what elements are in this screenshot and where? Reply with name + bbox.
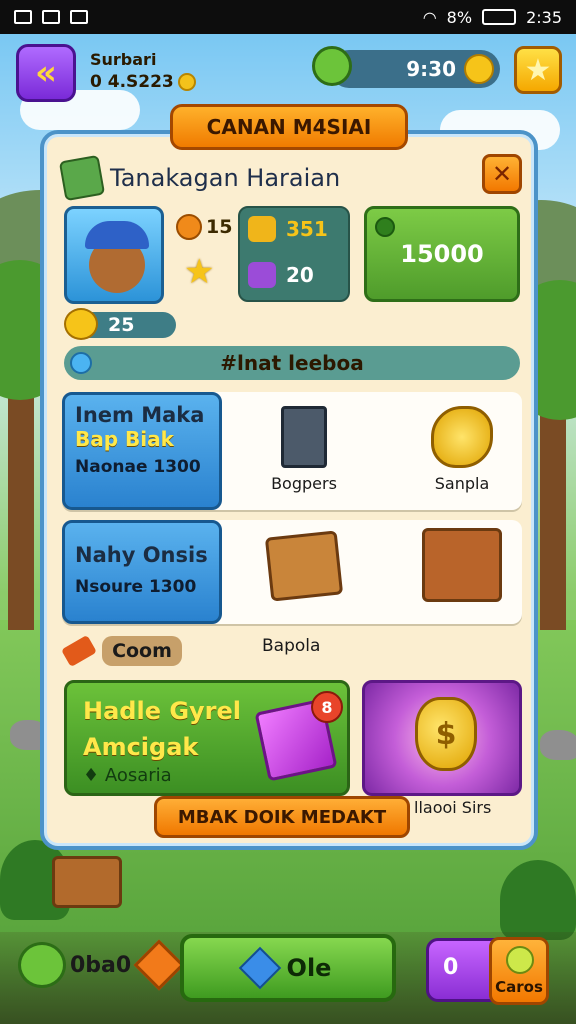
blue-gem-icon <box>238 946 281 990</box>
bottom-right-button[interactable]: 0 Caros <box>426 937 549 1005</box>
search-label: #lnat leeboa <box>220 351 364 375</box>
money-bag-glyph: $ <box>435 716 457 752</box>
bottom-center-label: Ole <box>286 954 332 982</box>
shop-row-offer[interactable]: Nahy Onsis Nsoure 1300 <box>62 520 222 624</box>
bottom-left-label: 0ba0 <box>70 952 132 978</box>
medal-icon <box>176 214 202 240</box>
coin-icon <box>177 73 196 91</box>
notification-badge: 8 <box>311 691 343 723</box>
coin-icon <box>464 54 494 84</box>
featured-title: Hadle Gyrel Amcigak <box>83 693 241 765</box>
category-label: Coom <box>102 636 182 666</box>
cards-label: Caros <box>495 978 543 996</box>
featured-offer[interactable]: Hadle Gyrel Amcigak ♦ Aosaria 8 <box>64 680 350 796</box>
back-button[interactable]: « <box>16 44 76 102</box>
potion-icon <box>248 262 276 288</box>
bottom-left-button[interactable]: 0ba0 <box>18 939 185 991</box>
star-icon: ★ <box>184 252 215 292</box>
avatar-hat <box>85 221 149 249</box>
main-panel: Tanakagan Haraian ✕ 15 ★ 351 20 15000 25… <box>40 130 538 850</box>
cards-button[interactable]: Caros <box>489 937 549 1005</box>
level-value: 25 <box>108 314 135 336</box>
stat-c: 20 <box>248 262 314 288</box>
featured-subtitle: ♦ Aosaria <box>83 765 172 786</box>
category-caption: Bapola <box>262 636 321 656</box>
image-notification-icon <box>42 10 60 24</box>
item-label: Sanpla <box>434 474 490 493</box>
player-coins-value: 0 4.S223 <box>90 72 174 92</box>
panel-title: Tanakagan Haraian <box>110 164 341 192</box>
frog-icon <box>18 942 66 988</box>
star-stat: ★ <box>184 252 214 292</box>
close-icon: ✕ <box>491 160 513 188</box>
row-title: Nahy Onsis <box>75 543 208 567</box>
clock: 2:35 <box>526 7 562 27</box>
trophy-icon <box>248 216 276 242</box>
money-offer-caption: llaooi Sirs <box>414 798 492 817</box>
timer-pill: 9:30 <box>330 50 500 88</box>
money-bag-icon: $ <box>415 697 477 771</box>
shop-item[interactable] <box>412 528 512 608</box>
stat-a: 15 <box>176 214 232 240</box>
back-arrow-icon: « <box>35 53 57 93</box>
shop-row[interactable]: Inem Maka Bap Biak Naonae 1300 Bogpers S… <box>62 392 522 510</box>
title-banner: CANAN M4SIAI <box>170 104 408 150</box>
bottom-right-count: 0 <box>443 955 459 980</box>
bottom-center-button[interactable]: Ole <box>180 934 396 1002</box>
currency-total: 15000 <box>400 240 484 268</box>
row-subtitle: Bap Biak <box>75 427 174 451</box>
cabinet-icon <box>281 406 327 468</box>
status-bar: ◠ 8% 2:35 <box>0 0 576 34</box>
gold-coin-icon <box>64 308 98 340</box>
treasure-box-icon <box>422 528 502 602</box>
video-notification-icon <box>70 10 88 24</box>
timer-value: 9:30 <box>406 57 456 81</box>
stat-c-value: 20 <box>286 263 314 287</box>
shop-row[interactable]: Nahy Onsis Nsoure 1300 <box>62 520 522 624</box>
battery-percent: 8% <box>446 7 473 27</box>
close-button[interactable]: ✕ <box>482 154 522 194</box>
featured-subtitle-text: Aosaria <box>104 765 172 786</box>
map-icon <box>58 154 106 202</box>
wifi-icon: ◠ <box>422 7 437 27</box>
item-label: Bogpers <box>271 474 337 493</box>
row-price: Naonae 1300 <box>75 457 201 477</box>
horn-icon <box>431 406 493 468</box>
ticket-icon <box>61 634 97 668</box>
diamond-icon <box>133 939 185 991</box>
player-name: Surbari <box>90 50 157 69</box>
stats-box: 351 20 <box>238 206 350 302</box>
search-icon <box>70 352 92 374</box>
star-button[interactable]: ★ <box>514 46 562 94</box>
shop-item[interactable]: Bogpers <box>254 406 354 493</box>
shop-item[interactable]: Sanpla <box>412 406 512 493</box>
search-bar[interactable]: #lnat leeboa <box>64 346 520 380</box>
category-chip[interactable]: Coom <box>61 634 182 668</box>
level-pill: 25 <box>64 308 176 340</box>
featured-title-line1: Hadle Gyrel <box>83 697 242 725</box>
stat-a-value: 15 <box>206 216 233 238</box>
gem-icon <box>375 217 395 237</box>
player-coins: 0 4.S223 <box>90 72 196 92</box>
star-icon: ★ <box>524 52 552 88</box>
player-avatar[interactable] <box>64 206 164 304</box>
shop-row-offer[interactable]: Inem Maka Bap Biak Naonae 1300 <box>62 392 222 510</box>
row-title: Inem Maka <box>75 403 205 427</box>
notification-icon <box>14 10 32 24</box>
crate-icon <box>264 530 344 602</box>
money-offer[interactable]: $ <box>362 680 522 796</box>
stat-b-value: 351 <box>286 217 328 241</box>
frog-avatar-icon <box>312 46 352 86</box>
shop-item[interactable] <box>254 530 354 604</box>
battery-icon <box>482 9 517 25</box>
row-price: Nsoure 1300 <box>75 577 197 597</box>
stat-b: 351 <box>248 216 328 242</box>
featured-title-line2: Amcigak <box>83 733 199 761</box>
coin-icon <box>506 946 534 974</box>
currency-box[interactable]: 15000 <box>364 206 520 302</box>
footer-action-button[interactable]: MBAK DOIK MEDAKT <box>154 796 410 838</box>
